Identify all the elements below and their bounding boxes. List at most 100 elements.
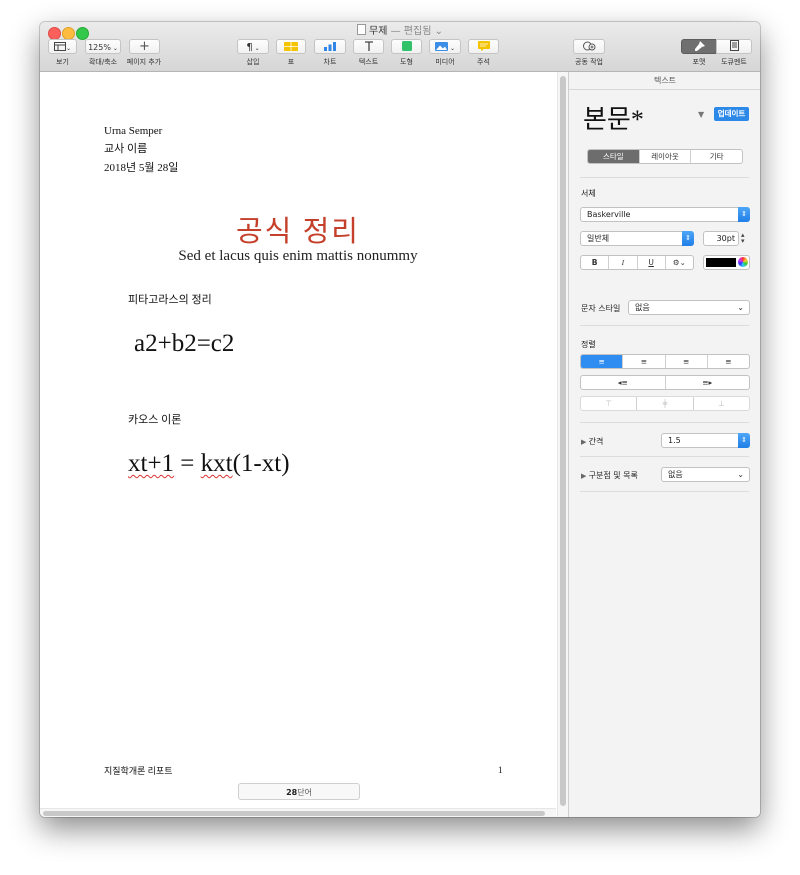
tab-style[interactable]: 스타일 xyxy=(588,150,640,163)
document-icon xyxy=(729,40,739,51)
align-top-icon: ⊤ xyxy=(605,399,612,408)
comment-icon xyxy=(477,41,490,51)
view-button[interactable]: ⌄ xyxy=(48,39,77,54)
zoom-label: 확대/축소 xyxy=(88,58,118,66)
font-size-stepper[interactable]: ▴ ▾ xyxy=(741,232,745,245)
color-wheel-icon[interactable] xyxy=(738,257,748,267)
document-file-icon xyxy=(357,24,367,35)
window-title[interactable]: 무제 — 편집됨 ⌄ xyxy=(40,24,760,39)
divider xyxy=(580,177,749,178)
collaborate-label: 공동 작업 xyxy=(575,58,603,66)
align-bottom-button[interactable]: ⊥ xyxy=(694,397,749,410)
style-dropdown-triangle-icon[interactable]: ▼ xyxy=(698,110,704,119)
add-page-button[interactable]: + xyxy=(129,39,160,54)
paintbrush-icon xyxy=(694,41,705,51)
horizontal-scrollbar[interactable] xyxy=(40,808,556,817)
divider xyxy=(580,456,749,457)
document-page[interactable]: Urna Semper 교사 이름 2018년 5월 28일 공식 정리 Sed… xyxy=(40,72,556,807)
spelling-error-kxt[interactable]: kxt xyxy=(201,450,233,477)
zoom-popup[interactable]: 125% ⌄ xyxy=(85,39,121,54)
inspector-header: 텍스트 xyxy=(569,72,760,90)
plus-icon: + xyxy=(139,39,150,54)
format-inspector: 텍스트 본문* ▼ 업데이트 스타일 레이아웃 기타 서체 Baskervill… xyxy=(568,72,760,817)
align-bottom-icon: ⊥ xyxy=(718,399,725,408)
font-family-popup[interactable]: Baskerville ⇕ xyxy=(580,207,750,222)
divider xyxy=(580,491,749,492)
tab-layout[interactable]: 레이아웃 xyxy=(640,150,692,163)
text-color-swatch xyxy=(706,258,736,267)
align-left-button[interactable]: ≡ xyxy=(581,355,624,368)
spacing-popup[interactable]: 1.5 ⇕ xyxy=(661,433,750,448)
indent-icon: ≡▸ xyxy=(702,378,713,387)
toolbar: 무제 — 편집됨 ⌄ ⌄ 보기 125% ⌄ 확대/축소 + 페이지 추가 ¶ … xyxy=(40,22,760,72)
text-color-well[interactable] xyxy=(703,255,750,270)
vertical-scroll-thumb[interactable] xyxy=(560,76,566,806)
align-justify-icon: ≡ xyxy=(725,357,732,366)
document-title[interactable]: 공식 정리 xyxy=(40,208,556,250)
media-button[interactable]: ⌄ xyxy=(429,39,461,54)
underline-button[interactable]: U xyxy=(638,256,666,269)
chart-label: 차트 xyxy=(323,58,337,66)
bullets-popup[interactable]: 없음 ⌄ xyxy=(661,467,750,482)
inspector-tabs: 스타일 레이아웃 기타 xyxy=(587,149,743,164)
increase-indent-button[interactable]: ≡▸ xyxy=(666,376,750,389)
font-weight-popup[interactable]: 일반체 ⇕ xyxy=(580,231,694,246)
document-button[interactable] xyxy=(716,39,752,54)
word-count-button[interactable]: 28단어 xyxy=(238,783,360,800)
section-heading-pythagoras[interactable]: 피타고라스의 정리 xyxy=(128,291,212,307)
updown-arrows-icon: ⇕ xyxy=(738,207,750,222)
chart-button[interactable] xyxy=(314,39,346,54)
text-t-icon xyxy=(364,41,373,51)
document-subtitle[interactable]: Sed et lacus quis enim mattis nonummy xyxy=(40,248,556,265)
sidebar-icon xyxy=(53,42,66,51)
collaborate-button[interactable] xyxy=(573,39,605,54)
alignment-section-title: 정렬 xyxy=(581,340,596,349)
vertical-scrollbar[interactable] xyxy=(557,72,568,817)
section-heading-chaos[interactable]: 카오스 이론 xyxy=(128,411,181,427)
char-style-popup[interactable]: 없음 ⌄ xyxy=(628,300,750,315)
divider xyxy=(580,325,749,326)
align-center-button[interactable]: ≡ xyxy=(623,355,666,368)
comment-button[interactable] xyxy=(468,39,499,54)
update-style-button[interactable]: 업데이트 xyxy=(714,107,749,121)
align-justify-button[interactable]: ≡ xyxy=(708,355,749,368)
tab-more[interactable]: 기타 xyxy=(691,150,742,163)
shape-button[interactable] xyxy=(391,39,422,54)
table-button[interactable] xyxy=(276,39,306,54)
formula-chaos[interactable]: xt+1 = kxt(1-xt) xyxy=(128,450,290,478)
document-date[interactable]: 2018년 5월 28일 xyxy=(104,159,178,175)
italic-button[interactable]: I xyxy=(609,256,638,269)
chevron-down-icon: ⌄ xyxy=(737,470,744,479)
author-name[interactable]: Urna Semper xyxy=(104,125,162,137)
image-icon xyxy=(435,42,449,51)
decrease-indent-button[interactable]: ◂≡ xyxy=(581,376,666,389)
bullets-disclosure[interactable]: ▶ 구분점 및 목록 xyxy=(581,470,638,481)
text-label: 텍스트 xyxy=(358,58,379,66)
font-size-field[interactable]: 30pt xyxy=(703,231,739,246)
text-button[interactable] xyxy=(353,39,384,54)
font-section-title: 서체 xyxy=(581,189,596,198)
format-button[interactable] xyxy=(681,39,717,54)
horizontal-scroll-thumb[interactable] xyxy=(43,811,545,816)
media-label: 미디어 xyxy=(435,58,455,66)
teacher-name[interactable]: 교사 이름 xyxy=(104,140,147,156)
chevron-down-icon: ⌄ xyxy=(65,45,72,52)
chevron-down-icon: ⌄ xyxy=(252,45,260,52)
align-top-button[interactable]: ⊤ xyxy=(581,397,638,410)
paragraph-style-name[interactable]: 본문* xyxy=(583,99,644,136)
align-right-button[interactable]: ≡ xyxy=(666,355,708,368)
spacing-disclosure[interactable]: ▶ 간격 xyxy=(581,436,603,447)
page-number: 1 xyxy=(498,765,503,775)
formula-pythagoras[interactable]: a2+b2=c2 xyxy=(134,330,234,358)
chevron-down-icon: ⌄ xyxy=(448,45,455,52)
align-middle-button[interactable]: ╪ xyxy=(637,397,694,410)
document-canvas[interactable]: Urna Semper 교사 이름 2018년 5월 28일 공식 정리 Sed… xyxy=(40,72,568,817)
insert-button[interactable]: ¶ ⌄ xyxy=(237,39,269,54)
footer-text[interactable]: 지질학개론 리포트 xyxy=(104,764,173,777)
vertical-align-buttons: ⊤ ╪ ⊥ xyxy=(580,396,750,411)
bold-button[interactable]: B xyxy=(581,256,610,269)
text-options-gear-button[interactable]: ⚙⌄ xyxy=(666,256,693,269)
alignment-buttons: ≡ ≡ ≡ ≡ xyxy=(580,354,750,369)
chevron-down-icon: ⌄ xyxy=(110,45,118,52)
spelling-error-xt[interactable]: xt+1 xyxy=(128,450,174,477)
